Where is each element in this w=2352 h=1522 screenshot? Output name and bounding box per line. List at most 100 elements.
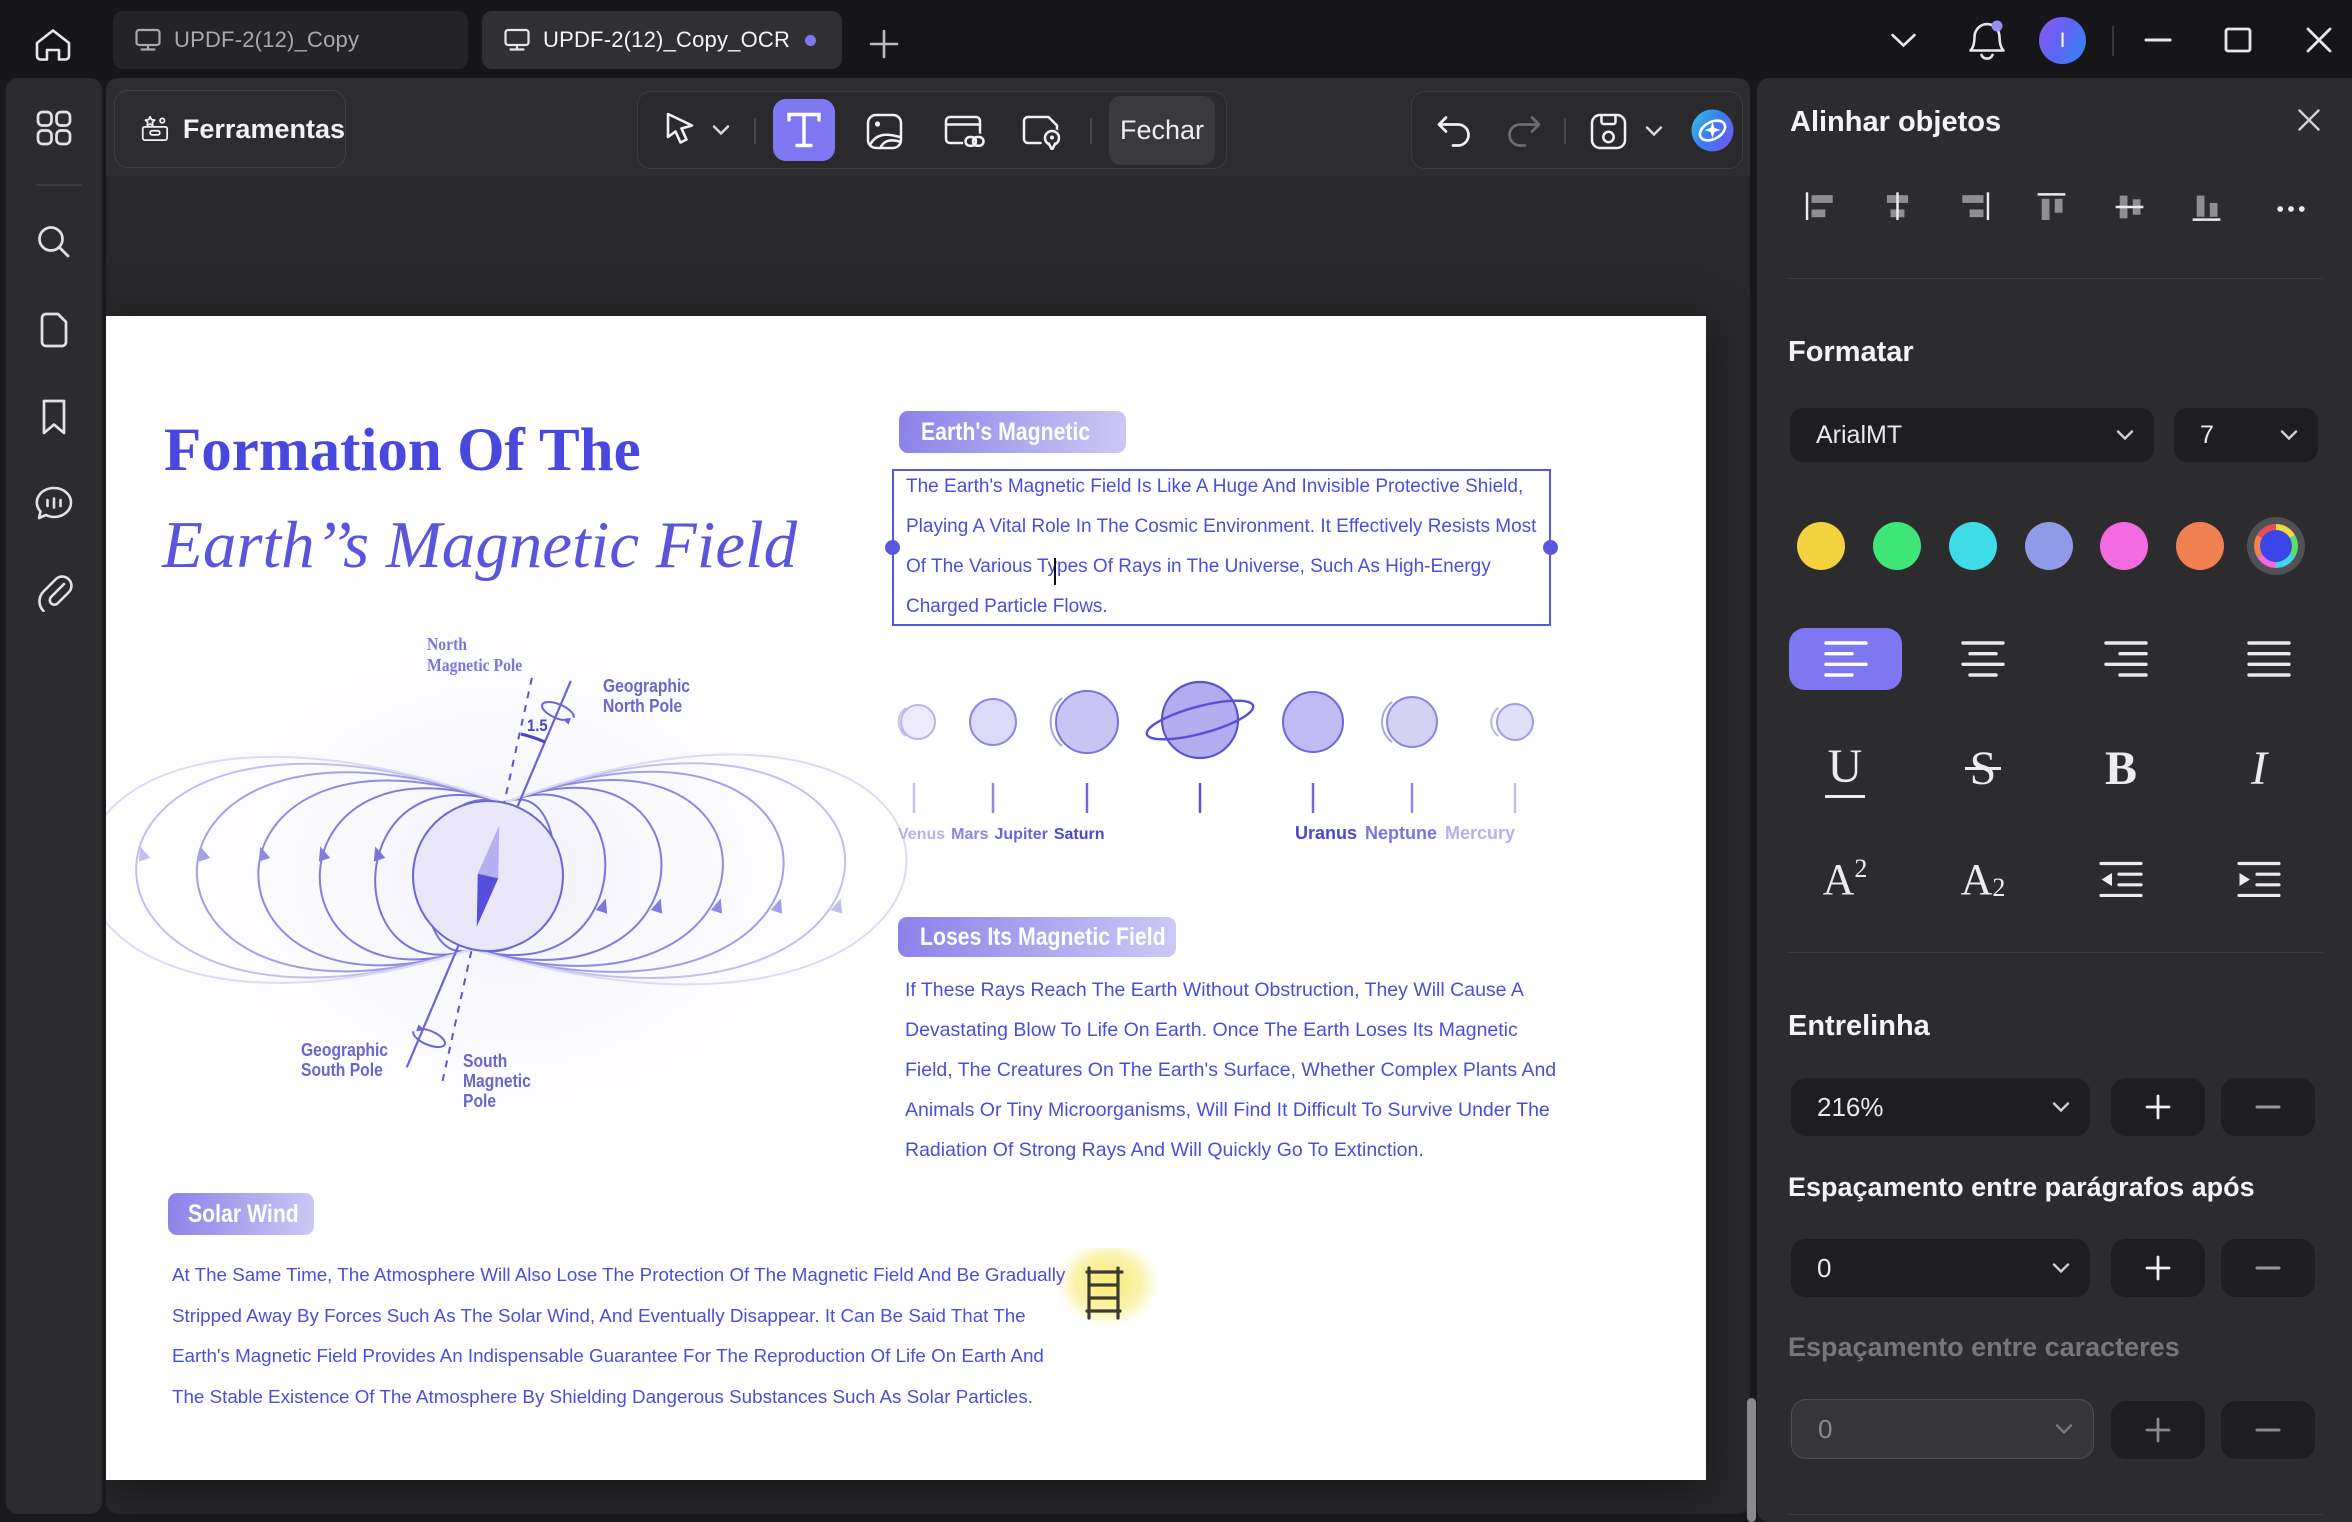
color-swatch-yellow[interactable]: [1797, 522, 1845, 570]
sidebar-item-attachments[interactable]: [32, 570, 76, 614]
panel-divider: [1787, 278, 2323, 279]
outdent-button[interactable]: [2071, 846, 2171, 912]
ai-assistant-button[interactable]: [1689, 107, 1736, 154]
selection-handle-left[interactable]: [885, 540, 900, 555]
location-card-icon: [1022, 115, 1062, 150]
subscript-button[interactable]: A2: [1933, 846, 2033, 912]
superscript-button[interactable]: A2: [1795, 846, 1895, 912]
toolbar: Ferramentas Fechar: [106, 78, 1750, 176]
tools-menu-button[interactable]: Ferramentas: [114, 90, 346, 168]
bold-button[interactable]: B: [2071, 735, 2171, 801]
paragraph-spacing-select[interactable]: 0: [1791, 1239, 2090, 1297]
document-subtitle: Earth’’s Magnetic Field: [162, 508, 798, 582]
text-tool-button[interactable]: [773, 99, 835, 161]
body-line: Field, The Creatures On The Earth's Surf…: [905, 1059, 1557, 1081]
line-spacing-decrease-button[interactable]: [2221, 1078, 2315, 1136]
pdf-page[interactable]: Formation Of The Earth’’s Magnetic Field…: [106, 316, 1706, 1480]
color-swatch-periwinkle[interactable]: [2025, 522, 2073, 570]
indent-button[interactable]: [2209, 846, 2309, 912]
paragraph-spacing-label: Espaçamento entre parágrafos após: [1788, 1172, 2255, 1202]
body-line: Animals Or Tiny Microorganisms, Will Fin…: [905, 1099, 1550, 1121]
menu-expand-button[interactable]: [1890, 32, 1917, 49]
italic-button[interactable]: I: [2209, 735, 2309, 801]
align-objects-bottom-button[interactable]: [2191, 192, 2222, 222]
notifications-button[interactable]: [1966, 17, 2008, 64]
text-align-center-button[interactable]: [1926, 628, 2039, 690]
align-objects-middle-button[interactable]: [2114, 192, 2145, 222]
text-align-right-button[interactable]: [2069, 628, 2182, 690]
plus-icon: [2145, 1255, 2171, 1281]
text-align-justify-button[interactable]: [2212, 628, 2325, 690]
body-line: Stripped Away By Forces Such As The Sola…: [172, 1305, 1026, 1326]
text-panel-font-name: ArialMT: [1816, 420, 1903, 449]
maximize-button[interactable]: [2206, 0, 2270, 80]
monitor-icon: [504, 28, 530, 51]
line-spacing-select[interactable]: 216%: [1791, 1078, 2090, 1136]
ladder-annotation-icon: [1085, 1266, 1124, 1320]
chevron-down-icon: [2052, 1102, 2070, 1113]
undo-button[interactable]: [1436, 114, 1472, 148]
avatar[interactable]: I: [2039, 17, 2086, 64]
sidebar-item-comments[interactable]: [32, 482, 76, 526]
image-tool-button[interactable]: [866, 113, 903, 150]
minimize-button[interactable]: [2126, 0, 2190, 80]
text-align-left-button[interactable]: [1789, 628, 1902, 690]
close-window-button[interactable]: [2287, 0, 2351, 80]
ai-assistant-icon: [1691, 109, 1734, 152]
save-dropdown[interactable]: [1645, 125, 1663, 137]
panel-divider: [1787, 952, 2323, 953]
new-tab-button[interactable]: [867, 27, 901, 61]
color-swatch-orange[interactable]: [2176, 522, 2224, 570]
text-panel-sup-exp: 2: [1854, 854, 1868, 883]
maximize-icon: [2224, 27, 2252, 53]
select-tool-button[interactable]: [663, 111, 697, 149]
scrollbar-thumb[interactable]: [1747, 1398, 1756, 1522]
line-spacing-increase-button[interactable]: [2111, 1078, 2205, 1136]
sidebar-item-search[interactable]: [32, 220, 76, 264]
font-size-select[interactable]: 7: [2174, 408, 2318, 462]
document-workspace: Ferramentas Fechar Formation Of The Eart…: [106, 78, 1750, 1514]
font-family-select[interactable]: ArialMT: [1790, 408, 2154, 462]
align-objects-left-button[interactable]: [1805, 192, 1836, 222]
home-button[interactable]: [33, 28, 73, 62]
redo-button[interactable]: [1506, 114, 1542, 148]
home-icon: [35, 29, 71, 61]
outdent-icon: [2099, 861, 2143, 897]
link-tool-button[interactable]: [944, 114, 986, 150]
align-objects-more-button[interactable]: [2273, 200, 2309, 218]
color-swatch-pink[interactable]: [2100, 522, 2148, 570]
color-wheel-button[interactable]: [2246, 516, 2306, 576]
select-tool-dropdown[interactable]: [712, 124, 730, 136]
color-swatch-cyan[interactable]: [1949, 522, 1997, 570]
sidebar-item-bookmarks[interactable]: [32, 395, 76, 439]
tab-updf-copy-ocr[interactable]: UPDF-2(12)_Copy_OCR: [482, 11, 842, 69]
chevron-down-icon: [1645, 126, 1663, 137]
align-left-icon: [1805, 192, 1833, 221]
close-panel-button[interactable]: [2297, 108, 2321, 132]
align-objects-right-button[interactable]: [1959, 192, 1990, 222]
sidebar-item-pages[interactable]: [32, 308, 76, 352]
minus-icon: [2255, 1266, 2281, 1270]
align-objects-top-button[interactable]: [2036, 192, 2067, 222]
strikethrough-button[interactable]: S: [1933, 735, 2033, 801]
chevron-down-icon: [1891, 33, 1916, 48]
updf-app-window: { "window": { "tab1": "UPDF-2(12)_Copy",…: [0, 0, 2352, 1522]
text-toolbar-close-label: Fechar: [1119, 115, 1205, 145]
tools-menu-label: Ferramentas: [182, 113, 345, 144]
tab-updf-copy[interactable]: UPDF-2(12)_Copy: [113, 11, 468, 69]
close-icon: [2298, 109, 2320, 131]
selection-handle-right[interactable]: [1543, 540, 1558, 555]
toolbox-icon: [141, 115, 169, 142]
align-objects-center-button[interactable]: [1882, 192, 1913, 222]
close-edit-button[interactable]: Fechar: [1109, 96, 1215, 165]
stamp-tool-button[interactable]: [1022, 114, 1064, 150]
paragraph-spacing-decrease-button[interactable]: [2221, 1239, 2315, 1297]
body-line: Earth's Magnetic Field Provides An Indis…: [172, 1345, 1044, 1366]
save-button[interactable]: [1590, 113, 1627, 150]
sidebar-item-panels[interactable]: [32, 106, 76, 150]
color-swatch-green[interactable]: [1873, 522, 1921, 570]
save-icon: [1590, 113, 1627, 150]
document-title: Formation Of The: [164, 417, 641, 484]
underline-button[interactable]: U: [1795, 735, 1895, 801]
paragraph-spacing-increase-button[interactable]: [2111, 1239, 2205, 1297]
